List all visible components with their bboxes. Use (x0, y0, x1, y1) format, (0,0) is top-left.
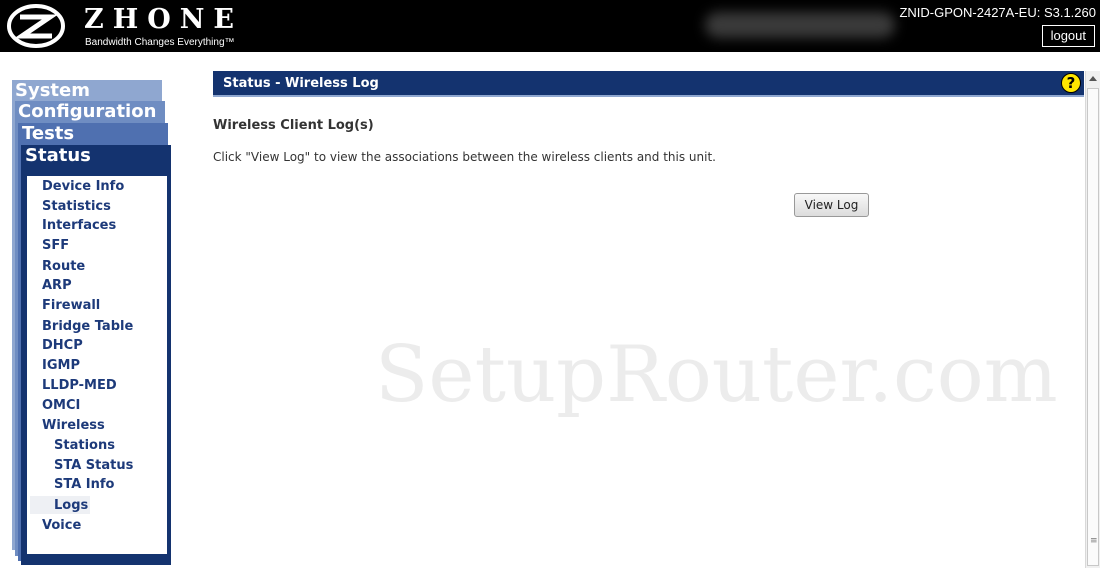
scroll-up-arrow-icon[interactable] (1089, 76, 1097, 81)
section-heading: Wireless Client Log(s) (213, 118, 374, 133)
scroll-thumb[interactable]: ≡ (1087, 88, 1099, 566)
menu-item-arp[interactable]: ARP (42, 278, 72, 293)
logout-button[interactable]: logout (1041, 25, 1095, 47)
menu-item-lldp-med[interactable]: LLDP-MED (42, 378, 117, 393)
brand-tagline: Bandwidth Changes Everything™ (85, 37, 235, 48)
blurred-region (705, 12, 895, 38)
menu-item-device-info[interactable]: Device Info (42, 179, 124, 194)
view-log-button[interactable]: View Log (794, 193, 869, 217)
menu-item-route[interactable]: Route (42, 259, 85, 274)
page-title-bar: Status - Wireless Log ? (213, 71, 1084, 97)
zhone-logo-icon (7, 4, 65, 48)
page-title: Status - Wireless Log (223, 76, 379, 91)
help-icon[interactable]: ? (1061, 73, 1081, 93)
device-id-label: ZNID-GPON-2427A-EU: S3.1.260 (899, 5, 1096, 20)
menu-item-bridge-table[interactable]: Bridge Table (42, 319, 133, 334)
menu-item-omci[interactable]: OMCI (42, 398, 80, 413)
menu-item-sta-status[interactable]: STA Status (54, 458, 133, 473)
menu-item-logs[interactable]: Logs (54, 498, 88, 513)
menu-item-sta-info[interactable]: STA Info (54, 477, 115, 492)
watermark-text: SetupRouter.com (375, 330, 1058, 420)
description-text: Click "View Log" to view the association… (213, 150, 716, 164)
vertical-scrollbar[interactable]: ≡ (1085, 71, 1100, 568)
brand-name: ZHONE (84, 4, 243, 35)
menu-item-sff[interactable]: SFF (42, 238, 69, 253)
grip-icon: ≡ (1090, 536, 1098, 546)
menu-item-firewall[interactable]: Firewall (42, 298, 100, 313)
menu-item-wireless[interactable]: Wireless (42, 418, 105, 433)
status-menu-panel: Device Info Statistics Interfaces SFF Ro… (27, 176, 167, 554)
menu-item-dhcp[interactable]: DHCP (42, 338, 83, 353)
menu-item-voice[interactable]: Voice (42, 518, 81, 533)
menu-item-stations[interactable]: Stations (54, 438, 115, 453)
top-header: ZHONE Bandwidth Changes Everything™ ZNID… (0, 0, 1100, 52)
menu-item-interfaces[interactable]: Interfaces (42, 218, 116, 233)
menu-item-statistics[interactable]: Statistics (42, 199, 111, 214)
menu-item-igmp[interactable]: IGMP (42, 358, 80, 373)
